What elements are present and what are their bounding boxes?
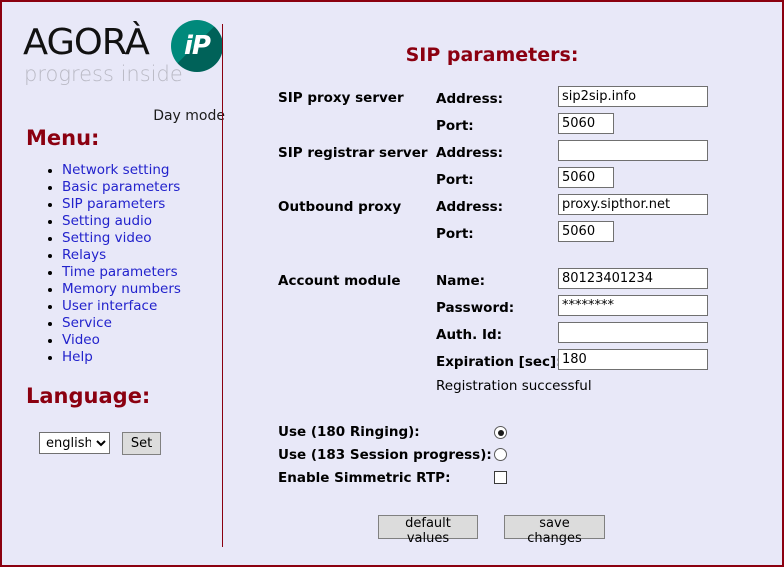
language-heading: Language: [26,384,151,408]
label-sip-proxy-port: Port: [436,118,474,134]
sidebar-item-video[interactable]: Video [62,332,100,348]
group-label-sip-registrar-server: SIP registrar server [278,145,428,161]
sidebar-item-basic-parameters[interactable]: Basic parameters [62,179,180,195]
ip-badge-icon: iP [171,20,227,76]
label-registrar-address: Address: [436,145,504,161]
label-account-expiration: Expiration [sec]: [436,354,562,370]
registrar-port-input[interactable] [558,167,614,188]
radio-use-180-ringing[interactable] [494,426,507,439]
list-item: Help [62,349,181,366]
save-changes-button[interactable]: save changes [504,515,605,546]
list-item: SIP parameters [62,196,181,213]
sidebar-item-memory-numbers[interactable]: Memory numbers [62,281,181,297]
list-item: Time parameters [62,264,181,281]
outbound-proxy-port-input[interactable] [558,221,614,242]
sidebar: AGORÀ progress inside iP Day mode Menu: … [4,4,225,567]
list-item: Setting audio [62,213,181,230]
sip-proxy-address-input[interactable] [558,86,708,107]
label-registrar-port: Port: [436,172,474,188]
sip-proxy-port-input[interactable] [558,113,614,134]
outbound-proxy-address-input[interactable] [558,194,708,215]
label-account-password: Password: [436,300,515,316]
list-item: Relays [62,247,181,264]
label-account-auth-id: Auth. Id: [436,327,503,343]
ip-badge-label: iP [184,31,211,61]
list-item: Memory numbers [62,281,181,298]
brand-logo: AGORÀ progress inside iP Day mode [20,20,225,124]
group-label-sip-proxy-server: SIP proxy server [278,90,404,106]
sidebar-item-relays[interactable]: Relays [62,247,106,263]
label-use-183-session-progress: Use (183 Session progress): [278,447,492,463]
page-root: AGORÀ progress inside iP Day mode Menu: … [0,0,784,567]
sidebar-item-help[interactable]: Help [62,349,93,365]
list-item: Network setting [62,162,181,179]
language-select[interactable]: english [39,432,110,454]
sidebar-item-service[interactable]: Service [62,315,112,331]
sidebar-item-setting-video[interactable]: Setting video [62,230,152,246]
checkbox-enable-symmetric-rtp[interactable] [494,471,507,484]
list-item: Video [62,332,181,349]
list-item: Basic parameters [62,179,181,196]
radio-use-183-session-progress[interactable] [494,448,507,461]
sidebar-item-user-interface[interactable]: User interface [62,298,157,314]
account-name-input[interactable] [558,268,708,289]
registration-status-text: Registration successful [436,378,592,394]
list-item: User interface [62,298,181,315]
logo-tagline: progress inside [24,62,183,86]
day-mode-label: Day mode [153,108,225,124]
sidebar-item-setting-audio[interactable]: Setting audio [62,213,152,229]
group-label-outbound-proxy: Outbound proxy [278,199,402,215]
list-item: Service [62,315,181,332]
group-label-account-module: Account module [278,273,401,289]
account-password-input[interactable] [558,295,708,316]
sidebar-item-network-setting[interactable]: Network setting [62,162,169,178]
menu-list: Network setting Basic parameters SIP par… [44,162,181,366]
account-expiration-input[interactable] [558,349,708,370]
label-use-180-ringing: Use (180 Ringing): [278,424,420,440]
default-values-button[interactable]: default values [378,515,478,546]
label-account-name: Name: [436,273,486,289]
sidebar-item-sip-parameters[interactable]: SIP parameters [62,196,165,212]
account-auth-id-input[interactable] [558,322,708,343]
menu-heading: Menu: [26,126,100,150]
label-sip-proxy-address: Address: [436,91,504,107]
panel-divider [222,24,223,547]
list-item: Setting video [62,230,181,247]
label-outbound-address: Address: [436,199,504,215]
sidebar-item-time-parameters[interactable]: Time parameters [62,264,178,280]
page-title: SIP parameters: [405,44,579,66]
label-outbound-port: Port: [436,226,474,242]
set-language-button[interactable]: Set [122,432,161,455]
logo-wordmark: AGORÀ [23,22,150,63]
label-enable-symmetric-rtp: Enable Simmetric RTP: [278,470,451,486]
registrar-address-input[interactable] [558,140,708,161]
